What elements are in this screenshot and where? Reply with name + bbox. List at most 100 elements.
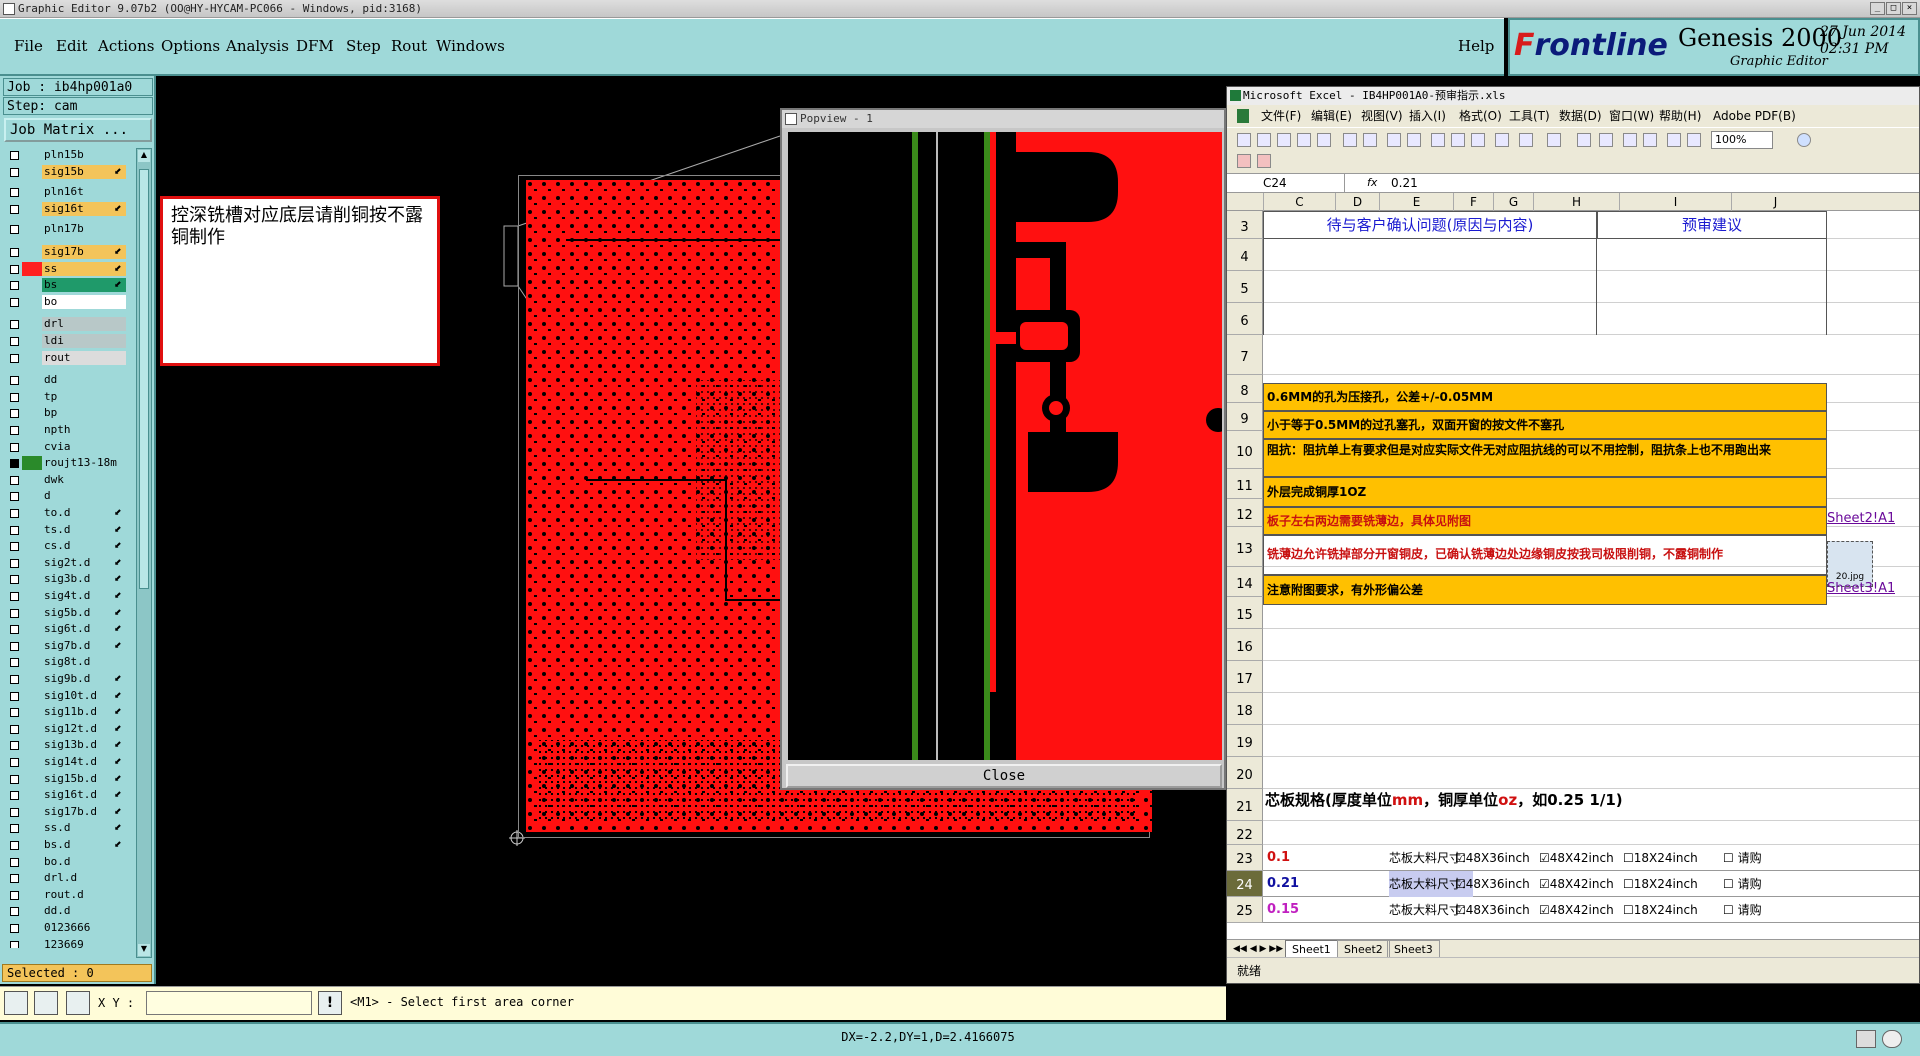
layer-row-sig9b-d[interactable]: sig9b.d ⬋ [4, 672, 128, 686]
menu-help[interactable]: Help [1458, 37, 1494, 55]
layer-name[interactable]: drl.d [42, 871, 126, 886]
core-thickness-value[interactable]: 0.21 [1267, 871, 1299, 897]
layer-checkbox[interactable] [10, 691, 19, 701]
row-header[interactable]: 12 [1227, 499, 1263, 527]
layer-name[interactable]: cvia [42, 439, 126, 454]
save-icon[interactable] [1277, 133, 1291, 147]
layer-checkbox[interactable] [10, 392, 19, 402]
layer-checkbox[interactable] [10, 459, 19, 469]
excel-menu-tools[interactable]: 工具(T) [1509, 105, 1550, 127]
layer-name[interactable]: dd [42, 373, 126, 388]
layer-color-swatch[interactable] [22, 788, 42, 803]
research-icon[interactable] [1407, 133, 1421, 147]
layer-row-sig16t-d[interactable]: sig16t.d ⬋ [4, 788, 128, 803]
maximize-button[interactable]: □ [1886, 2, 1901, 15]
purchase-checkbox[interactable]: ☐ 请购 [1723, 897, 1762, 923]
column-header[interactable]: I [1619, 193, 1731, 211]
layer-row-drl[interactable]: drl [4, 317, 128, 332]
layer-color-swatch[interactable] [22, 655, 42, 670]
layer-checkbox[interactable] [10, 575, 19, 585]
layer-name[interactable]: pln15b [42, 148, 126, 162]
layer-color-swatch[interactable] [22, 605, 42, 620]
fx-icon[interactable]: fx [1367, 174, 1377, 192]
hyperlink-icon[interactable] [1577, 133, 1591, 147]
layer-checkbox[interactable] [10, 940, 19, 948]
row-header[interactable]: 23 [1227, 845, 1263, 871]
row-header[interactable]: 3 [1227, 211, 1263, 239]
layer-row-ss-d[interactable]: ss.d ⬋ [4, 821, 128, 836]
layer-name[interactable]: bp [42, 406, 126, 421]
layer-checkbox[interactable] [10, 641, 19, 651]
checkbox-icon[interactable]: ☐ [1623, 877, 1634, 891]
chart-wizard-icon[interactable] [1667, 133, 1681, 147]
column-header[interactable]: D [1335, 193, 1379, 211]
spelling-icon[interactable] [1387, 133, 1401, 147]
row-header[interactable]: 19 [1227, 725, 1263, 757]
layer-color-swatch[interactable] [22, 164, 42, 179]
layer-color-swatch[interactable] [22, 937, 42, 948]
layer-row-sig4t-d[interactable]: sig4t.d ⬋ [4, 589, 128, 603]
layer-row-123669[interactable]: 123669 [4, 937, 128, 948]
layer-checkbox[interactable] [10, 807, 19, 817]
layer-checkbox[interactable] [10, 281, 19, 291]
menu-actions[interactable]: Actions [98, 37, 154, 55]
row-header[interactable]: 5 [1227, 271, 1263, 303]
menu-step[interactable]: Step [346, 37, 381, 55]
layer-checkbox[interactable] [10, 353, 19, 363]
layer-color-swatch[interactable] [22, 771, 42, 786]
layer-color-swatch[interactable] [22, 821, 42, 836]
layer-color-swatch[interactable] [22, 921, 42, 935]
column-header[interactable]: C [1263, 193, 1335, 211]
layer-row-sig2t-d[interactable]: sig2t.d ⬋ [4, 555, 128, 570]
drawing-icon[interactable] [1687, 133, 1701, 147]
layer-color-swatch[interactable] [22, 638, 42, 653]
layer-name[interactable]: tp [42, 389, 126, 404]
core-spec-row[interactable]: 0.15 芯板大料尺寸： ☑48X36inch ☑48X42inch ☐18X24inc… [1263, 897, 1919, 923]
layer-name[interactable]: rout.d [42, 887, 126, 902]
layer-checkbox[interactable] [10, 542, 19, 552]
layer-checkbox[interactable] [10, 824, 19, 834]
row-header[interactable]: 14 [1227, 567, 1263, 597]
layer-color-swatch[interactable] [22, 350, 42, 365]
layer-checkbox[interactable] [10, 337, 19, 346]
layer-color-swatch[interactable] [22, 705, 42, 720]
layer-checkbox[interactable] [10, 758, 19, 767]
core-thickness-value[interactable]: 0.1 [1267, 845, 1290, 871]
row-header[interactable]: 17 [1227, 661, 1263, 693]
layer-row-sig15b-d[interactable]: sig15b.d ⬋ [4, 771, 128, 786]
row-header[interactable]: 11 [1227, 469, 1263, 499]
empty-cell[interactable] [1597, 239, 1827, 335]
layer-checkbox[interactable] [10, 475, 19, 485]
menu-rout[interactable]: Rout [391, 37, 427, 55]
row-header[interactable]: 6 [1227, 303, 1263, 335]
layer-checkbox[interactable] [10, 188, 19, 198]
layer-checkbox[interactable] [10, 874, 19, 884]
option-18x24[interactable]: ☐18X24inch [1623, 897, 1698, 923]
layer-scrollbar[interactable]: ▲ ▼ [136, 148, 152, 958]
name-box[interactable]: C24 [1229, 174, 1345, 192]
copy-icon[interactable] [1451, 133, 1465, 147]
layer-row-dd[interactable]: dd [4, 373, 128, 388]
layer-name[interactable]: 0123666 [42, 921, 126, 935]
layer-row-dd-d[interactable]: dd.d [4, 904, 128, 919]
checkbox-icon[interactable]: ☑ [1539, 851, 1550, 865]
layer-checkbox[interactable] [10, 264, 19, 274]
sheet3-link[interactable]: Sheet3!A1 [1827, 581, 1895, 597]
layer-color-swatch[interactable] [22, 389, 42, 404]
zoom-area-icon[interactable] [4, 991, 28, 1015]
checkbox-icon[interactable]: ☐ [1723, 851, 1738, 865]
layer-row-pln15b[interactable]: pln15b [4, 148, 128, 162]
excel-menu-format[interactable]: 格式(O) [1459, 105, 1502, 127]
layer-checkbox[interactable] [10, 167, 19, 177]
layer-color-swatch[interactable] [22, 245, 42, 259]
excel-menu-view[interactable]: 视图(V) [1361, 105, 1403, 127]
purchase-checkbox[interactable]: ☐ 请购 [1723, 845, 1762, 871]
layer-color-swatch[interactable] [22, 294, 42, 309]
layer-row-sig15b[interactable]: sig15b ⬋ [4, 164, 128, 179]
xy-input[interactable] [146, 991, 312, 1015]
excel-menu-file[interactable]: 文件(F) [1261, 105, 1301, 127]
layer-color-swatch[interactable] [22, 423, 42, 437]
layer-color-swatch[interactable] [22, 317, 42, 332]
layer-checkbox[interactable] [10, 608, 19, 618]
layer-checkbox[interactable] [10, 791, 19, 801]
